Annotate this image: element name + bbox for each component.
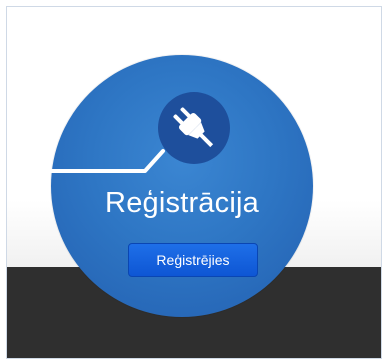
power-plug-icon xyxy=(173,107,214,148)
registration-panel: Reģistrācija Reģistrējies xyxy=(6,6,382,359)
page: Reģistrācija Reģistrējies xyxy=(0,0,389,364)
register-button[interactable]: Reģistrējies xyxy=(128,243,258,277)
plug-badge xyxy=(158,92,230,164)
registration-title: Reģistrācija xyxy=(105,187,259,219)
